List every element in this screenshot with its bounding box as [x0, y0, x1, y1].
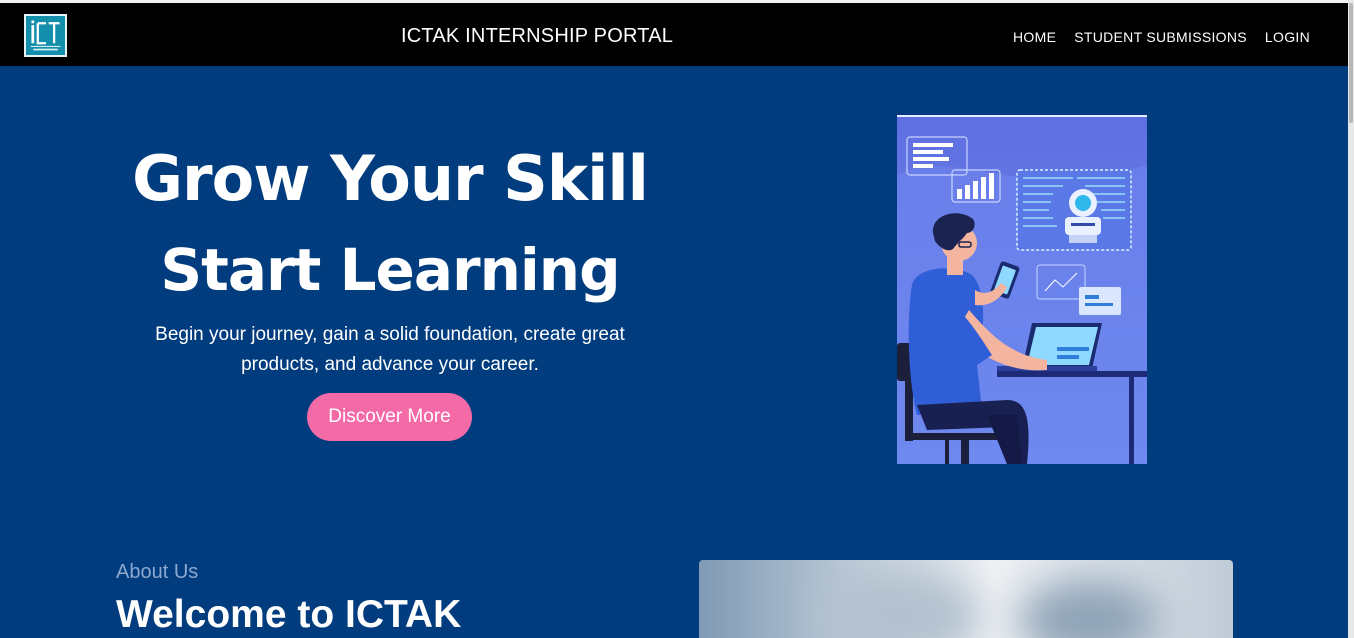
about-image: [699, 560, 1233, 638]
about-us-label: About Us: [116, 561, 199, 583]
hero-title-line1: Grow Your Skill: [132, 142, 649, 215]
hero-illustration: [897, 115, 1147, 464]
discover-more-button[interactable]: Discover More: [307, 393, 472, 441]
person-laptop-robot-illustration: [897, 115, 1147, 464]
nav-home-link[interactable]: HOME: [1013, 29, 1056, 45]
scrollbar-thumb[interactable]: [1349, 3, 1353, 123]
nav-login-link[interactable]: LOGIN: [1265, 29, 1310, 45]
about-image-blur-shape: [819, 570, 979, 638]
page-scrollbar[interactable]: [1348, 0, 1354, 638]
about-image-blur-shape: [1019, 580, 1159, 638]
about-title: Welcome to ICTAK: [116, 593, 462, 636]
logo-icon: [30, 20, 61, 51]
navbar: ICTAK INTERNSHIP PORTAL HOME STUDENT SUB…: [0, 3, 1348, 66]
ictak-logo[interactable]: [24, 14, 67, 57]
hero-subtitle: Begin your journey, gain a solid foundat…: [155, 324, 625, 375]
main-nav: HOME STUDENT SUBMISSIONS LOGIN: [1013, 29, 1310, 45]
hero-title-line2: Start Learning: [160, 236, 620, 304]
nav-student-submissions-link[interactable]: STUDENT SUBMISSIONS: [1074, 29, 1247, 45]
portal-title: ICTAK INTERNSHIP PORTAL: [401, 25, 674, 47]
